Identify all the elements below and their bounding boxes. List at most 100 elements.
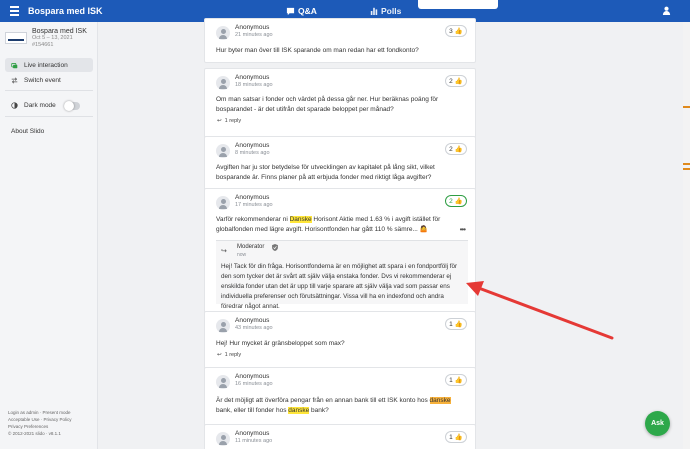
sidebar-item-switch-event[interactable]: Switch event [5, 73, 93, 87]
like-count: 2 [449, 145, 453, 153]
like-button[interactable]: 1 👍 [445, 318, 467, 330]
thumbs-up-icon: 👍 [454, 377, 463, 384]
like-button[interactable]: 1 👍 [445, 374, 467, 386]
like-button[interactable]: 1 👍 [445, 431, 467, 443]
user-icon[interactable] [662, 6, 671, 15]
question-text-part: bank, eller till fonder hos [216, 407, 289, 414]
question-time: 8 minutes ago [235, 150, 270, 156]
thumbs-up-icon: 👍 [454, 198, 463, 205]
verified-shield-icon [272, 244, 278, 251]
ask-button[interactable]: Ask [645, 411, 670, 436]
question-time: 17 minutes ago [235, 202, 273, 208]
moderator-reply: ↪ Moderator now Hej! Tack för din fråga.… [216, 240, 468, 310]
question-card: Anonymous 21 minutes ago 3 👍 Hur byter ma… [204, 18, 476, 63]
sidebar-item-label: About Slido [11, 127, 45, 135]
footer-privacy-preferences[interactable]: Privacy Preferences [8, 423, 72, 430]
event-info: Bospara med ISK Oct 5 – 13, 2021 #154661 [5, 28, 87, 49]
sidebar-item-label: Dark mode [24, 101, 56, 109]
search-highlight: Danske [289, 216, 312, 223]
tab-qa[interactable]: Q&A [286, 6, 317, 16]
question-author: Anonymous [235, 74, 270, 81]
like-count: 1 [449, 320, 453, 328]
reply-count: 1 reply [224, 118, 242, 124]
switch-icon [11, 76, 18, 84]
sidebar-item-about[interactable]: About Slido [5, 124, 93, 138]
question-card: Anonymous 17 minutes ago 2 👍 Varför rekom… [204, 188, 476, 330]
thumbs-up-icon: 👍 [454, 78, 463, 85]
search-highlight: danske [429, 397, 451, 404]
question-time: 18 minutes ago [235, 82, 273, 88]
question-text-part: Är det möjligt att överföra pengar från … [216, 397, 430, 404]
avatar [216, 76, 230, 90]
like-count: 1 [449, 376, 453, 384]
moderator-name: Moderator [237, 244, 265, 250]
question-text: Varför rekommenderar ni Danske Horisont … [216, 215, 466, 235]
question-text: Om man satsar i fonder och värdet på des… [216, 96, 439, 113]
scroll-mark [683, 168, 690, 170]
reply-arrow-icon: ↪ [221, 248, 227, 255]
question-time: 43 minutes ago [235, 325, 273, 331]
question-text: Hej! Hur mycket är gränsbeloppet som max… [216, 340, 345, 347]
question-author: Anonymous [235, 430, 270, 437]
tab-qa-label: Q&A [298, 6, 317, 16]
dark-mode-icon [11, 101, 18, 109]
sidebar-footer: Login as admin · Present mode Acceptable… [8, 409, 72, 437]
avatar [216, 319, 230, 333]
like-count: 2 [449, 77, 453, 85]
live-icon [11, 62, 18, 68]
thumbs-up-icon: 👍 [454, 434, 463, 441]
more-options-icon[interactable]: ••• [460, 225, 466, 234]
question-text: Hur byter man över till ISK sparande om … [216, 47, 419, 54]
thumbs-up-icon: 👍 [454, 146, 463, 153]
dark-mode-toggle[interactable] [64, 101, 80, 111]
like-button[interactable]: 2 👍 [445, 195, 467, 207]
search-box[interactable] [418, 0, 498, 9]
question-author: Anonymous [235, 317, 270, 324]
divider [5, 90, 93, 91]
avatar [216, 375, 230, 389]
reply-link[interactable]: ↩ 1 reply [217, 118, 241, 124]
reply-icon: ↩ [217, 118, 222, 124]
question-time: 11 minutes ago [235, 438, 273, 444]
question-card: Anonymous 11 minutes ago 1 👍 [204, 424, 476, 449]
event-code: #154661 [32, 42, 54, 48]
question-time: 21 minutes ago [235, 32, 273, 38]
question-author: Anonymous [235, 142, 270, 149]
question-text-part: bank? [309, 407, 329, 414]
tab-polls[interactable]: Polls [370, 6, 401, 16]
sidebar-item-label: Switch event [24, 76, 61, 84]
chat-icon [286, 7, 295, 15]
footer-admin-links[interactable]: Login as admin · Present mode [8, 409, 72, 416]
moderator-reply-time: now [237, 252, 247, 258]
event-title: Bospara med ISK [28, 6, 103, 16]
reply-link[interactable]: ↩ 1 reply [217, 352, 241, 358]
question-author: Anonymous [235, 194, 270, 201]
event-thumbnail [5, 32, 27, 44]
thumbs-up-icon: 👍 [454, 321, 463, 328]
avatar [216, 432, 230, 446]
scroll-mark [683, 163, 690, 165]
question-text: Är det möjligt att överföra pengar från … [216, 396, 466, 416]
question-text: Avgiften har ju stor betydelse för utvec… [216, 164, 435, 181]
tab-polls-label: Polls [381, 6, 402, 16]
avatar [216, 196, 230, 210]
scroll-mark [683, 106, 690, 108]
like-count: 2 [449, 197, 453, 205]
like-count: 1 [449, 433, 453, 441]
reply-count: 1 reply [224, 352, 242, 358]
sidebar-item-live-interaction[interactable]: Live interaction [5, 58, 93, 72]
avatar [216, 26, 230, 40]
like-button[interactable]: 2 👍 [445, 75, 467, 87]
footer-policy-links[interactable]: Acceptable Use · Privacy Policy [8, 416, 72, 423]
menu-icon[interactable] [10, 6, 19, 16]
event-dates: Oct 5 – 13, 2021 [32, 35, 73, 41]
bar-chart-icon [370, 7, 378, 15]
divider [5, 116, 93, 117]
question-time: 16 minutes ago [235, 381, 273, 387]
like-button[interactable]: 3 👍 [445, 25, 467, 37]
reply-icon: ↩ [217, 352, 222, 358]
scrollbar[interactable] [683, 22, 690, 449]
question-author: Anonymous [235, 373, 270, 380]
avatar [216, 144, 230, 158]
like-button[interactable]: 2 👍 [445, 143, 467, 155]
